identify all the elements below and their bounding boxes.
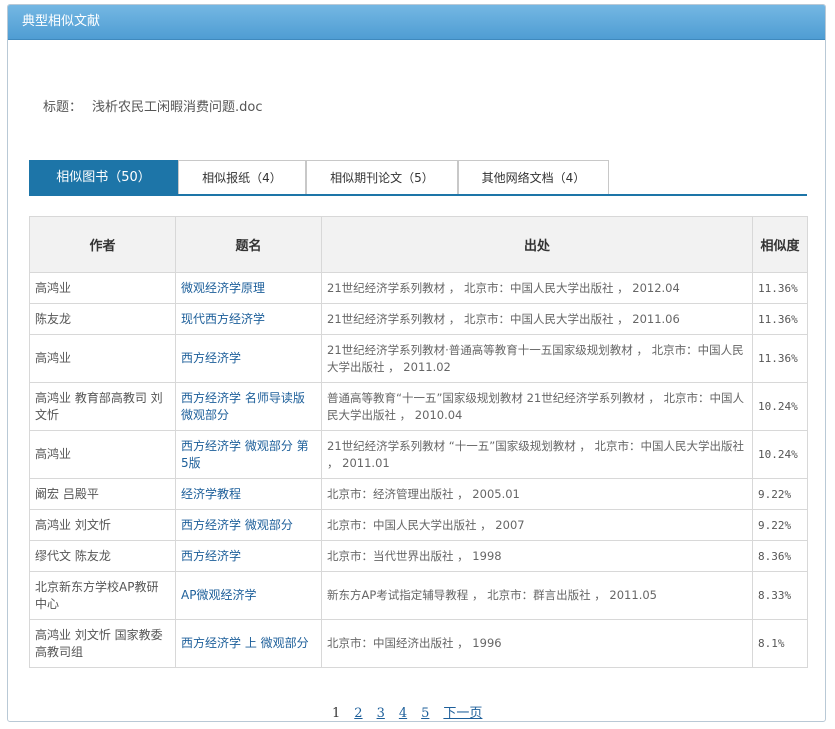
title-link[interactable]: 西方经济学 微观部分: [181, 518, 293, 532]
results-table: 作者 题名 出处 相似度 高鸿业 微观经济学原理 21世纪经济学系列教材 ， 北…: [29, 216, 808, 668]
title-link[interactable]: 西方经济学: [181, 549, 241, 563]
table-row: 缪代文 陈友龙 西方经济学 北京市：当代世界出版社 ， 1998 8.36%: [29, 540, 808, 572]
similarity-cell: 8.1%: [752, 619, 808, 668]
author-cell: 高鸿业 刘文忻: [29, 509, 176, 541]
author-cell: 陈友龙: [29, 303, 176, 335]
similarity-cell: 11.36%: [752, 272, 808, 304]
page-link-4[interactable]: 4: [399, 706, 407, 721]
document-title-label: 标题：: [43, 100, 83, 115]
current-page: 1: [332, 706, 341, 721]
table-row: 高鸿业 西方经济学 21世纪经济学系列教材·普通高等教育十一五国家级规划教材 ，…: [29, 334, 808, 383]
tab-similar-newspapers[interactable]: 相似报纸（4）: [178, 160, 306, 194]
similarity-cell: 11.36%: [752, 303, 808, 335]
similar-docs-panel: 典型相似文献 标题： 浅析农民工闲暇消费问题.doc 相似图书（50） 相似报纸（…: [7, 4, 826, 722]
document-title: 浅析农民工闲暇消费问题.doc: [92, 100, 263, 115]
author-cell: 北京新东方学校AP教研中心: [29, 571, 176, 620]
tab-other-web-docs[interactable]: 其他网络文档（4）: [458, 160, 609, 194]
similarity-cell: 8.36%: [752, 540, 808, 572]
source-cell: 新东方AP考试指定辅导教程 ， 北京市：群言出版社 ， 2011.05: [321, 571, 753, 620]
table-row: 高鸿业 教育部高教司 刘文忻 西方经济学 名师导读版 微观部分 普通高等教育“十…: [29, 382, 808, 431]
source-cell: 北京市：当代世界出版社 ， 1998: [321, 540, 753, 572]
similarity-cell: 9.22%: [752, 509, 808, 541]
tab-similar-books[interactable]: 相似图书（50）: [29, 160, 178, 194]
source-cell: 北京市：中国经济出版社 ， 1996: [321, 619, 753, 668]
table-row: 阚宏 吕殿平 经济学教程 北京市：经济管理出版社 ， 2005.01 9.22%: [29, 478, 808, 510]
source-cell: 21世纪经济学系列教材·普通高等教育十一五国家级规划教材 ， 北京市：中国人民大…: [321, 334, 753, 383]
title-link[interactable]: 经济学教程: [181, 487, 241, 501]
header-title: 题名: [175, 216, 322, 273]
source-cell: 21世纪经济学系列教材 “十一五”国家级规划教材 ， 北京市：中国人民大学出版社…: [321, 430, 753, 479]
title-link[interactable]: 现代西方经济学: [181, 312, 265, 326]
page-link-2[interactable]: 2: [354, 706, 362, 721]
source-cell: 北京市：经济管理出版社 ， 2005.01: [321, 478, 753, 510]
author-cell: 高鸿业 刘文忻 国家教委高教司组: [29, 619, 176, 668]
author-cell: 缪代文 陈友龙: [29, 540, 176, 572]
title-link[interactable]: 微观经济学原理: [181, 281, 265, 295]
table-row: 高鸿业 刘文忻 国家教委高教司组 西方经济学 上 微观部分 北京市：中国经济出版…: [29, 619, 808, 668]
table-row: 陈友龙 现代西方经济学 21世纪经济学系列教材 ， 北京市：中国人民大学出版社 …: [29, 303, 808, 335]
title-link[interactable]: 西方经济学: [181, 351, 241, 365]
table-row: 高鸿业 西方经济学 微观部分 第5版 21世纪经济学系列教材 “十一五”国家级规…: [29, 430, 808, 479]
pagination: 1 2 3 4 5 下一页: [332, 702, 496, 721]
similarity-cell: 10.24%: [752, 382, 808, 431]
document-title-line: 标题： 浅析农民工闲暇消费问题.doc: [43, 96, 263, 115]
header-source: 出处: [321, 216, 753, 273]
source-cell: 普通高等教育“十一五”国家级规划教材 21世纪经济学系列教材 ， 北京市：中国人…: [321, 382, 753, 431]
title-link[interactable]: 西方经济学 上 微观部分: [181, 636, 309, 650]
title-link[interactable]: 西方经济学 名师导读版 微观部分: [181, 391, 305, 422]
panel-header: 典型相似文献: [8, 5, 825, 40]
table-row: 高鸿业 微观经济学原理 21世纪经济学系列教材 ， 北京市：中国人民大学出版社 …: [29, 272, 808, 304]
table-header-row: 作者 题名 出处 相似度: [29, 216, 808, 273]
header-similarity: 相似度: [752, 216, 808, 273]
source-cell: 21世纪经济学系列教材 ， 北京市：中国人民大学出版社 ， 2012.04: [321, 272, 753, 304]
author-cell: 高鸿业: [29, 430, 176, 479]
source-cell: 北京市：中国人民大学出版社 ， 2007: [321, 509, 753, 541]
page-link-3[interactable]: 3: [377, 706, 385, 721]
author-cell: 高鸿业: [29, 334, 176, 383]
next-page-link[interactable]: 下一页: [443, 706, 482, 721]
page-link-5[interactable]: 5: [421, 706, 429, 721]
similarity-cell: 10.24%: [752, 430, 808, 479]
similarity-cell: 11.36%: [752, 334, 808, 383]
table-row: 高鸿业 刘文忻 西方经济学 微观部分 北京市：中国人民大学出版社 ， 2007 …: [29, 509, 808, 541]
similarity-cell: 8.33%: [752, 571, 808, 620]
author-cell: 阚宏 吕殿平: [29, 478, 176, 510]
source-cell: 21世纪经济学系列教材 ， 北京市：中国人民大学出版社 ， 2011.06: [321, 303, 753, 335]
tab-similar-journals[interactable]: 相似期刊论文（5）: [306, 160, 458, 194]
table-row: 北京新东方学校AP教研中心 AP微观经济学 新东方AP考试指定辅导教程 ， 北京…: [29, 571, 808, 620]
similarity-cell: 9.22%: [752, 478, 808, 510]
tab-bar: 相似图书（50） 相似报纸（4） 相似期刊论文（5） 其他网络文档（4）: [29, 160, 807, 196]
title-link[interactable]: 西方经济学 微观部分 第5版: [181, 439, 309, 470]
author-cell: 高鸿业: [29, 272, 176, 304]
author-cell: 高鸿业 教育部高教司 刘文忻: [29, 382, 176, 431]
header-author: 作者: [29, 216, 176, 273]
title-link[interactable]: AP微观经济学: [181, 588, 256, 602]
